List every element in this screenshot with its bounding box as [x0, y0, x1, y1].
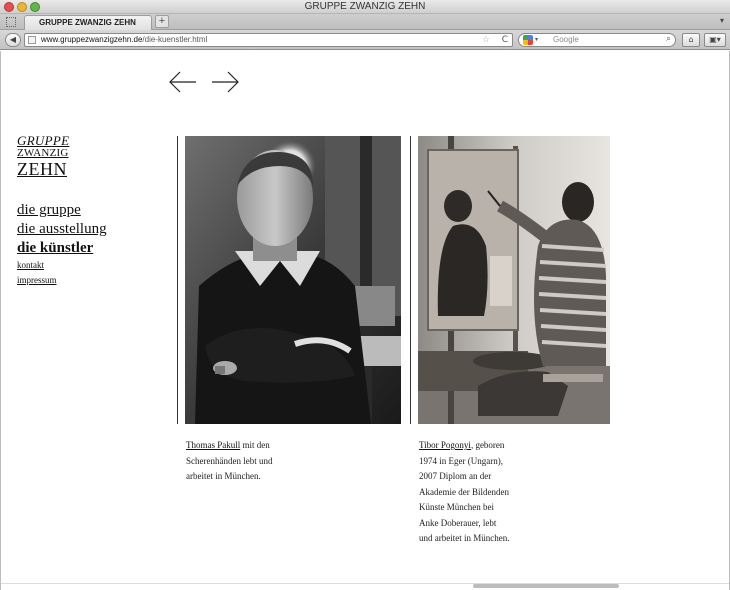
main-nav: die gruppe die ausstellung die künstler …: [17, 201, 107, 288]
bookmark-star-icon[interactable]: ☆: [482, 34, 490, 46]
caption-line: , geboren: [470, 440, 505, 450]
artist-name-link[interactable]: Tibor Pogonyi: [419, 440, 471, 450]
search-field[interactable]: ▾ Google ⌕: [518, 33, 676, 47]
home-button[interactable]: ⌂: [682, 33, 700, 47]
portrait-photo-tibor-pogonyi[interactable]: [418, 136, 610, 424]
caption-line: Akademie der Bildenden: [419, 486, 509, 497]
site-logo[interactable]: GRUPPE ZWANZIG ZEHN: [17, 134, 73, 179]
nav-die-gruppe[interactable]: die gruppe: [17, 201, 107, 220]
horizontal-scrollbar[interactable]: [473, 584, 619, 588]
window-title: GRUPPE ZWANZIG ZEHN: [304, 1, 426, 12]
tab-gruppe-zwanzig-zehn[interactable]: GRUPPE ZWANZIG ZEHN: [24, 15, 152, 30]
logo-line-gruppe: GRUPPE: [17, 133, 70, 148]
url-domain: www.gruppezwanzigzehn.de: [41, 35, 143, 44]
new-tab-button[interactable]: +: [155, 15, 169, 28]
portrait-photo-thomas-pakull[interactable]: [185, 136, 401, 424]
bookmarks-button[interactable]: ▣▾: [704, 33, 726, 47]
google-icon[interactable]: [523, 35, 533, 45]
nav-die-ausstellung[interactable]: die ausstellung: [17, 220, 107, 239]
caption-line: 1974 in Eger (Ungarn),: [419, 455, 503, 466]
caption-line: mit den: [240, 440, 270, 450]
photo-divider: [177, 136, 178, 424]
logo-line-zehn: ZEHN: [17, 159, 67, 179]
page-viewport: GRUPPE ZWANZIG ZEHN die gruppe die ausst…: [0, 51, 730, 590]
tab-overview-icon[interactable]: [6, 17, 16, 27]
artist-name-link[interactable]: Thomas Pakull: [186, 440, 240, 450]
search-engine-dropdown-icon[interactable]: ▾: [535, 34, 538, 46]
caption-line: Künste München bei: [419, 502, 494, 512]
page-icon: [28, 36, 36, 44]
search-icon[interactable]: ⌕: [666, 33, 671, 45]
tab-bar: GRUPPE ZWANZIG ZEHN + ▾: [0, 14, 730, 30]
caption-line: Scherenhänden lebt und: [186, 455, 273, 466]
artist-caption-1: Thomas Pakull mit den Scherenhänden lebt…: [186, 438, 336, 485]
window-titlebar: GRUPPE ZWANZIG ZEHN: [0, 0, 730, 14]
browser-toolbar: ◀ www.gruppezwanzigzehn.de/die-kuenstler…: [0, 30, 730, 50]
reload-icon[interactable]: C: [502, 34, 508, 46]
caption-line: Anke Doberauer, lebt: [419, 517, 497, 528]
nav-impressum[interactable]: impressum: [17, 273, 107, 288]
back-button[interactable]: ◀: [5, 33, 21, 47]
arrow-left-icon[interactable]: [169, 71, 197, 93]
address-bar[interactable]: www.gruppezwanzigzehn.de/die-kuenstler.h…: [24, 33, 513, 47]
caption-line: und arbeitet in München.: [419, 533, 510, 543]
page-bottom-edge: [1, 583, 729, 584]
artist-caption-2: Tibor Pogonyi, geboren 1974 in Eger (Ung…: [419, 438, 569, 547]
photo-divider: [410, 136, 411, 424]
url-path: /die-kuenstler.html: [142, 35, 208, 44]
nav-kontakt[interactable]: kontakt: [17, 258, 107, 273]
arrow-right-icon[interactable]: [211, 71, 239, 93]
gallery-nav: [169, 71, 241, 93]
caption-line: arbeitet in München.: [186, 471, 261, 481]
tab-menu-icon[interactable]: ▾: [720, 16, 724, 25]
nav-die-kuenstler[interactable]: die künstler: [17, 239, 107, 258]
caption-line: 2007 Diplom an der: [419, 471, 492, 481]
search-placeholder: Google: [553, 35, 579, 44]
